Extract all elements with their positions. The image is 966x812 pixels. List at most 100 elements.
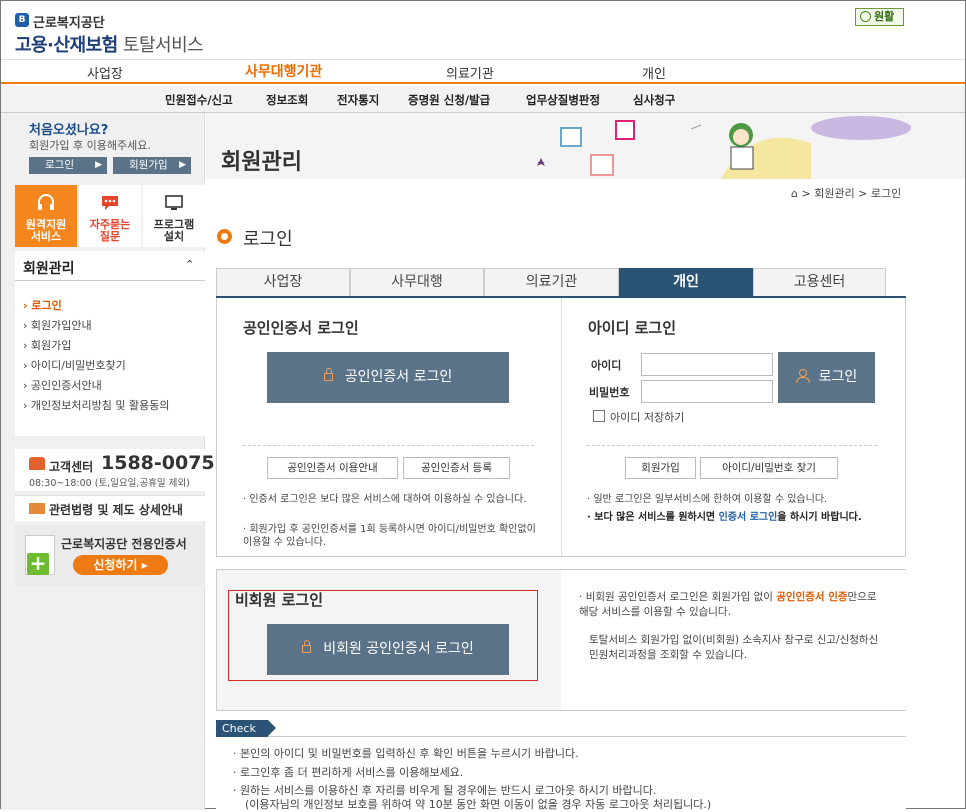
breadcrumb: ⌂ > 회원관리 > 로그인 <box>791 187 902 200</box>
subnav-certificate[interactable]: 증명원 신청/발급 <box>408 92 490 108</box>
menu-item-login[interactable]: › 로그인 <box>23 297 62 313</box>
check-item: · 로그인후 좀 더 편리하게 서비스를 이용해보세요. <box>233 766 464 779</box>
character-illustration <box>691 123 811 179</box>
lock-icon <box>323 368 333 381</box>
service-title[interactable]: 고용·산재보험 토탈서비스 <box>15 31 204 57</box>
sidebar-join-button[interactable]: 회원가입 ▶ <box>113 157 191 174</box>
note-text: 보다 많은 서비스를 원하시면 <box>594 512 719 523</box>
cloud-icon <box>811 116 911 140</box>
subnav-notice[interactable]: 전자통지 <box>337 92 379 108</box>
password-input[interactable] <box>641 380 773 403</box>
quick-faq[interactable]: 자주묻는 질문 <box>79 185 141 247</box>
check-item: · 본인의 아이디 및 비밀번호를 입력하신 후 확인 버튼을 누르시기 바랍니… <box>233 747 579 760</box>
note-highlight: 공인인증서 인증 <box>776 591 848 603</box>
welcome-subtitle: 회원가입 후 이용해주세요. <box>29 139 151 152</box>
tab-medical[interactable]: 의료기관 <box>484 268 619 296</box>
subnav-disease[interactable]: 업무상질병판정 <box>526 92 600 108</box>
tab-business[interactable]: 사업장 <box>216 268 350 296</box>
id-login-title: 아이디 로그인 <box>588 319 677 337</box>
sidebar-join-label: 회원가입 <box>129 159 168 171</box>
quick-faq-label2: 질문 <box>99 230 121 243</box>
cert-note-2: · 회원가입 후 공인인증서를 1회 등록하시면 아이디/비밀번호 확인없이 이… <box>243 524 536 548</box>
org-name: 근로복지공단 <box>33 16 105 31</box>
home-icon[interactable]: ⌂ <box>791 187 798 200</box>
tab-employment-center[interactable]: 고용센터 <box>753 268 886 296</box>
chevron-up-icon[interactable]: ⌃ <box>185 258 194 271</box>
menu-item-privacy[interactable]: › 개인정보처리방침 및 활용동의 <box>23 397 169 413</box>
sidebar-login-button[interactable]: 로그인 ▶ <box>29 157 107 174</box>
breadcrumb-item[interactable]: 회원관리 <box>814 187 854 200</box>
breadcrumb-item: 로그인 <box>870 187 902 200</box>
note-text: 인증서 로그인은 보다 많은 서비스에 대하여 이용하실 수 있습니다. <box>249 494 527 505</box>
id-login-button[interactable]: 로그인 <box>778 352 875 403</box>
subnav-complaint[interactable]: 민원접수/신고 <box>165 92 233 108</box>
highlight-box <box>228 590 538 681</box>
topnav-agency[interactable]: 사무대행기관 <box>245 61 322 81</box>
circle-bullet-icon <box>217 229 232 244</box>
tab-agency[interactable]: 사무대행 <box>350 268 484 296</box>
plus-icon: + <box>27 553 49 575</box>
check-item: (이용자님의 개인정보 보호를 위하여 약 10분 동안 화면 이동이 없을 경… <box>245 798 712 811</box>
note-highlight: 인증서 로그인 <box>718 512 778 523</box>
id-label: 아이디 <box>591 359 622 372</box>
decoration-icons <box>537 120 635 176</box>
menu-item-label: 회원가입 <box>30 339 72 352</box>
speech-bubble-icon <box>102 196 118 210</box>
login-tabs: 사업장 사무대행 의료기관 개인 고용센터 <box>216 268 906 298</box>
menu-item-join-guide[interactable]: › 회원가입안내 <box>23 317 92 333</box>
quick-remote-support[interactable]: 원격지원 서비스 <box>15 185 77 247</box>
cert-login-label: 공인인증서 로그인 <box>344 369 453 385</box>
cert-login-title: 공인인증서 로그인 <box>243 319 359 337</box>
headset-icon <box>38 194 54 210</box>
subnav-review[interactable]: 심사청구 <box>633 92 675 108</box>
id-input[interactable] <box>641 353 773 376</box>
law-link[interactable]: 관련법령 및 제도 상세안내 <box>49 501 183 518</box>
smile-icon <box>860 11 871 22</box>
divider <box>243 445 534 446</box>
divider <box>587 445 877 446</box>
status-badge: 원활 <box>855 8 904 26</box>
topnav-medical[interactable]: 의료기관 <box>446 63 494 82</box>
service-main: 고용·산재보험 <box>15 35 118 56</box>
find-account-button[interactable]: 아이디/비밀번호 찾기 <box>700 457 838 479</box>
monitor-icon <box>165 195 183 210</box>
save-id-label[interactable]: 아이디 저장하기 <box>610 409 684 425</box>
menu-item-find-account[interactable]: › 아이디/비밀번호찾기 <box>23 357 126 373</box>
tab-personal[interactable]: 개인 <box>619 268 753 296</box>
guest-info-1: · 비회원 공인인증서 로그인은 회원가입 없이 공인인증서 인증만으로 해당 … <box>579 591 877 618</box>
menu-item-cert-guide[interactable]: › 공인인증서안내 <box>23 377 102 393</box>
menu-item-label: 로그인 <box>31 299 62 312</box>
cert-label: 근로복지공단 전용인증서 <box>61 537 187 551</box>
id-note-2: · 보다 많은 서비스를 원하시면 인증서 로그인을 하시기 바랍니다. <box>587 512 862 523</box>
menu-item-join[interactable]: › 회원가입 <box>23 337 71 353</box>
join-button[interactable]: 회원가입 <box>625 457 696 479</box>
menu-item-label: 공인인증서안내 <box>30 379 102 392</box>
subnav-info[interactable]: 정보조회 <box>266 92 308 108</box>
quick-program-install[interactable]: 프로그램 설치 <box>143 185 205 247</box>
guest-info-2: 토탈서비스 회원가입 없이(비회원) 소속지사 창구로 신고/신청하신 민원처리… <box>589 634 879 661</box>
cert-login-button[interactable]: 공인인증서 로그인 <box>267 352 509 403</box>
topnav-business[interactable]: 사업장 <box>87 63 123 82</box>
document-icon <box>29 503 45 514</box>
section-title: 로그인 <box>243 229 293 250</box>
cert-apply-label: 신청하기 <box>93 558 138 572</box>
divider <box>561 298 562 556</box>
sub-nav: 민원접수/신고 정보조회 전자통지 증명원 신청/발급 업무상질병판정 심사청구 <box>1 86 965 113</box>
cert-apply-button[interactable]: 신청하기 ▸ <box>73 555 168 575</box>
phone-icon <box>29 457 45 470</box>
cs-hours: 08:30~18:00 (토,일요일,공휴일 제외) <box>29 478 190 489</box>
chevron-right-icon: ▶ <box>95 160 102 170</box>
status-text: 원활 <box>874 10 895 23</box>
quick-prog-label2: 설치 <box>163 230 185 243</box>
cert-register-button[interactable]: 공인인증서 등록 <box>403 457 510 479</box>
menu-title: 회원관리 <box>23 261 75 277</box>
welcome-title: 처음오셨나요? <box>29 123 109 138</box>
cs-label: 고객센터 <box>49 460 94 474</box>
cert-guide-button[interactable]: 공인인증서 이용안내 <box>267 457 398 479</box>
note-text: 비회원 공인인증서 로그인은 회원가입 없이 <box>585 591 777 603</box>
save-id-checkbox[interactable] <box>593 410 605 422</box>
topnav-personal[interactable]: 개인 <box>642 63 666 82</box>
top-nav: 사업장 사무대행기관 의료기관 개인 <box>1 59 965 84</box>
id-login-label: 로그인 <box>818 369 858 385</box>
logo-icon: B <box>15 13 29 27</box>
